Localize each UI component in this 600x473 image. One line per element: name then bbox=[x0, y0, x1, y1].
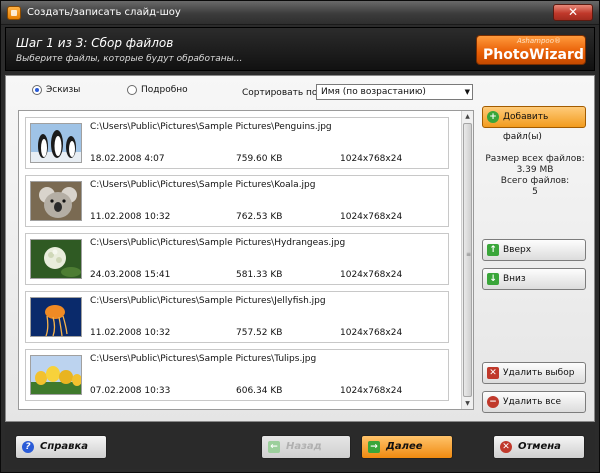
arrow-left-icon: ← bbox=[268, 441, 280, 453]
move-up-label: Вверх bbox=[503, 245, 532, 255]
thumbnails-radio[interactable] bbox=[32, 85, 42, 95]
file-size: 606.34 KB bbox=[236, 386, 283, 396]
grip-icon: ≡ bbox=[466, 251, 472, 258]
sort-label: Сортировать по: bbox=[242, 88, 321, 98]
wizard-window: Создать/записать слайд-шоу ✕ Шаг 1 из 3:… bbox=[0, 0, 600, 473]
app-icon bbox=[7, 6, 21, 20]
step-title: Шаг 1 из 3: Сбор файлов bbox=[16, 36, 174, 50]
minus-icon: − bbox=[487, 396, 499, 408]
arrow-up-icon: ↑ bbox=[487, 244, 499, 256]
scroll-up-arrow-icon[interactable]: ▲ bbox=[462, 111, 473, 122]
remove-all-button[interactable]: − Удалить все bbox=[482, 391, 586, 413]
main-panel: Эскизы Подробно Сортировать по: Имя (по … bbox=[5, 75, 595, 422]
help-button[interactable]: ? Справка bbox=[15, 435, 107, 459]
file-list-item[interactable]: C:\Users\Public\Pictures\Sample Pictures… bbox=[25, 291, 449, 343]
details-label[interactable]: Подробно bbox=[141, 85, 188, 95]
title-bar: Создать/записать слайд-шоу ✕ bbox=[1, 1, 599, 25]
cancel-label: Отмена bbox=[518, 441, 561, 452]
step-subtitle: Выберите файлы, которые будут обработаны… bbox=[16, 54, 243, 64]
file-date: 11.02.2008 10:32 bbox=[90, 212, 171, 222]
help-icon: ? bbox=[22, 441, 34, 453]
file-path: C:\Users\Public\Pictures\Sample Pictures… bbox=[90, 238, 346, 248]
step-header: Шаг 1 из 3: Сбор файлов Выберите файлы, … bbox=[5, 27, 595, 71]
total-files-label: Всего файлов: bbox=[500, 176, 570, 186]
scroll-down-arrow-icon[interactable]: ▼ bbox=[462, 398, 473, 409]
scroll-thumb[interactable]: ≡ bbox=[463, 123, 472, 397]
file-dimensions: 1024x768x24 bbox=[340, 270, 403, 280]
plus-icon: + bbox=[487, 111, 499, 123]
file-size: 757.52 KB bbox=[236, 328, 283, 338]
image-thumbnail bbox=[30, 181, 82, 221]
file-path: C:\Users\Public\Pictures\Sample Pictures… bbox=[90, 354, 317, 364]
logo-product: PhotoWizard bbox=[483, 47, 584, 63]
sort-value: Имя (по возрастанию) bbox=[321, 87, 426, 97]
file-path: C:\Users\Public\Pictures\Sample Pictures… bbox=[90, 122, 332, 132]
add-files-label: Добавить файл(ы) bbox=[503, 112, 549, 142]
image-thumbnail bbox=[30, 239, 82, 279]
file-size: 581.33 KB bbox=[236, 270, 283, 280]
file-date: 11.02.2008 10:32 bbox=[90, 328, 171, 338]
thumbnails-label[interactable]: Эскизы bbox=[46, 85, 80, 95]
vertical-scrollbar[interactable]: ▲ ≡ ▼ bbox=[461, 111, 473, 409]
remove-selected-button[interactable]: ✕ Удалить выбор bbox=[482, 362, 586, 384]
file-dimensions: 1024x768x24 bbox=[340, 386, 403, 396]
view-toolbar: Эскизы Подробно Сортировать по: Имя (по … bbox=[6, 76, 476, 104]
next-label: Далее bbox=[386, 441, 423, 452]
image-thumbnail bbox=[30, 123, 82, 163]
move-down-label: Вниз bbox=[503, 274, 526, 284]
window-title: Создать/записать слайд-шоу bbox=[27, 7, 181, 18]
add-files-button[interactable]: + Добавить файл(ы) bbox=[482, 106, 586, 142]
file-list-item[interactable]: C:\Users\Public\Pictures\Sample Pictures… bbox=[25, 349, 449, 401]
sort-dropdown[interactable]: Имя (по возрастанию) ▼ bbox=[316, 84, 473, 100]
file-dimensions: 1024x768x24 bbox=[340, 328, 403, 338]
image-thumbnail bbox=[30, 297, 82, 337]
close-button[interactable]: ✕ bbox=[553, 4, 593, 21]
file-size: 759.60 KB bbox=[236, 154, 283, 164]
file-list-item[interactable]: C:\Users\Public\Pictures\Sample Pictures… bbox=[25, 117, 449, 169]
file-date: 18.02.2008 4:07 bbox=[90, 154, 165, 164]
file-dimensions: 1024x768x24 bbox=[340, 212, 403, 222]
file-stats: Размер всех файлов: 3.39 MB Всего файлов… bbox=[476, 154, 594, 198]
file-date: 07.02.2008 10:33 bbox=[90, 386, 171, 396]
move-down-button[interactable]: ↓ Вниз bbox=[482, 268, 586, 290]
back-label: Назад bbox=[286, 441, 322, 452]
remove-selection-icon: ✕ bbox=[487, 367, 499, 379]
file-path: C:\Users\Public\Pictures\Sample Pictures… bbox=[90, 180, 316, 190]
logo-brand: Ashampoo® bbox=[517, 37, 561, 45]
photowizard-logo: Ashampoo® PhotoWizard bbox=[476, 35, 586, 65]
file-size: 762.53 KB bbox=[236, 212, 283, 222]
cancel-icon: ✕ bbox=[500, 441, 512, 453]
total-files-value: 5 bbox=[532, 187, 538, 197]
footer-bar: ? Справка ← Назад → Далее ✕ Отмена bbox=[5, 425, 595, 469]
file-path: C:\Users\Public\Pictures\Sample Pictures… bbox=[90, 296, 326, 306]
image-thumbnail bbox=[30, 355, 82, 395]
back-button[interactable]: ← Назад bbox=[261, 435, 351, 459]
total-size-value: 3.39 MB bbox=[516, 165, 554, 175]
next-button[interactable]: → Далее bbox=[361, 435, 453, 459]
remove-all-label: Удалить все bbox=[503, 397, 562, 407]
remove-selected-label: Удалить выбор bbox=[503, 368, 575, 378]
details-radio[interactable] bbox=[127, 85, 137, 95]
arrow-right-icon: → bbox=[368, 441, 380, 453]
cancel-button[interactable]: ✕ Отмена bbox=[493, 435, 585, 459]
file-list[interactable]: C:\Users\Public\Pictures\Sample Pictures… bbox=[18, 110, 474, 410]
chevron-down-icon: ▼ bbox=[464, 88, 470, 96]
help-label: Справка bbox=[40, 441, 89, 452]
arrow-down-icon: ↓ bbox=[487, 273, 499, 285]
file-date: 24.03.2008 15:41 bbox=[90, 270, 171, 280]
file-list-item[interactable]: C:\Users\Public\Pictures\Sample Pictures… bbox=[25, 233, 449, 285]
file-list-item[interactable]: C:\Users\Public\Pictures\Sample Pictures… bbox=[25, 175, 449, 227]
total-size-label: Размер всех файлов: bbox=[485, 154, 585, 164]
file-dimensions: 1024x768x24 bbox=[340, 154, 403, 164]
move-up-button[interactable]: ↑ Вверх bbox=[482, 239, 586, 261]
